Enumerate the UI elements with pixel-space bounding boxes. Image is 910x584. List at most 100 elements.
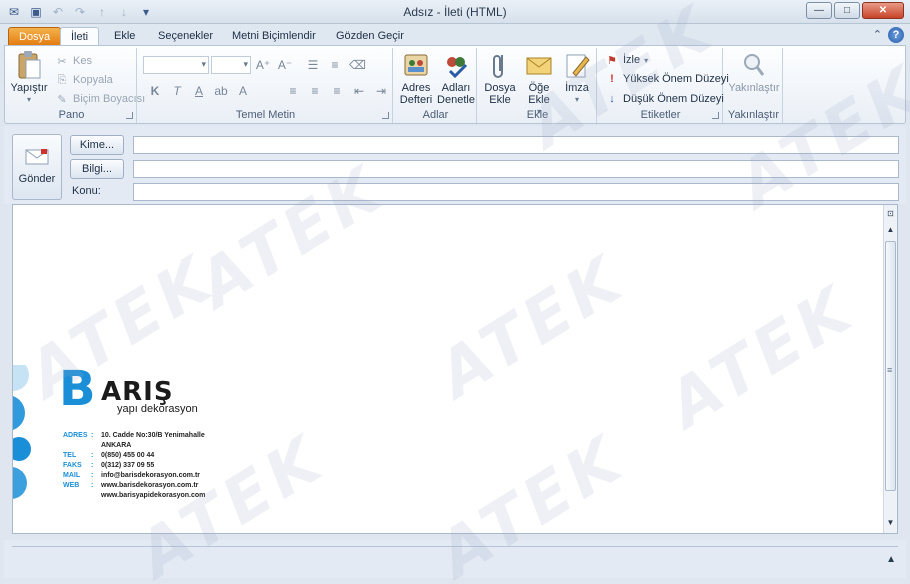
copy-button[interactable]: ⎘ Kopyala	[55, 71, 113, 89]
brush-icon: ✎	[57, 93, 67, 106]
cc-field[interactable]	[133, 160, 899, 178]
check-names-button[interactable]: Adları Denetle	[437, 50, 475, 106]
clipboard-launcher-icon[interactable]	[126, 112, 133, 119]
close-button[interactable]: ✕	[862, 2, 904, 19]
follow-up-button[interactable]: ⚑ İzle ▾	[605, 51, 648, 69]
group-label: Ekle	[526, 109, 549, 121]
tab-review[interactable]: Gözden Geçir	[326, 27, 414, 46]
window-title: Adsız - İleti (HTML)	[403, 5, 507, 19]
group-tags: ⚑ İzle ▾ ! Yüksek Önem Düzeyi ↓ Düşük Ön…	[599, 48, 729, 123]
collapse-ribbon-icon[interactable]: ⌃	[873, 28, 882, 41]
low-importance-icon: ↓	[609, 93, 615, 105]
send-icon	[23, 147, 51, 167]
highlight-icon[interactable]: ab	[213, 84, 229, 98]
magnifier-icon	[739, 50, 769, 80]
tags-launcher-icon[interactable]	[712, 112, 719, 119]
signature-row: FAKS:0(312) 337 09 55	[63, 462, 155, 469]
ribbon: Yapıştır ▾ ✂ Kes ⎘ Kopyala ✎ Biçim Boyacısı…	[4, 45, 906, 124]
font-size-combo[interactable]	[211, 56, 251, 74]
low-importance-button[interactable]: ↓ Düşük Önem Düzeyi	[605, 90, 724, 108]
expand-people-pane-icon[interactable]: ▲	[886, 554, 896, 565]
increase-indent-icon[interactable]: ⇥	[373, 84, 389, 98]
group-label: Adlar	[422, 109, 449, 121]
signature-decoration	[13, 359, 53, 515]
minimize-button[interactable]: —	[806, 2, 832, 19]
signature-contact-info: ADRES:10. Cadde No:30/B Yenimahalle ANKA…	[63, 431, 205, 501]
copy-icon: ⎘	[57, 73, 67, 86]
ruler-toggle-icon[interactable]: ⊡	[885, 209, 896, 220]
signature-button[interactable]: İmza ▾	[559, 50, 595, 106]
vertical-scrollbar[interactable]: ⊡ ▲ ≡ ▼	[883, 205, 897, 533]
group-names: Adres Defteri Adları Denetle Adlar	[395, 48, 477, 123]
status-area: ▲	[4, 540, 906, 578]
bullets-icon[interactable]: ☰	[305, 58, 321, 72]
signature-icon	[562, 50, 592, 80]
help-icon[interactable]: ?	[888, 27, 904, 43]
address-book-button[interactable]: Adres Defteri	[397, 50, 435, 106]
send-button[interactable]: Gönder	[12, 134, 62, 200]
align-center-icon[interactable]: ≡	[307, 84, 323, 98]
dropdown-arrow-icon: ▾	[644, 55, 649, 65]
font-family-combo[interactable]	[143, 56, 209, 74]
align-right-icon[interactable]: ≡	[329, 84, 345, 98]
email-signature: B ARIŞ yapı dekorasyon ADRES:10. Cadde N…	[13, 359, 233, 525]
tab-insert[interactable]: Ekle	[104, 27, 145, 46]
high-importance-button[interactable]: ! Yüksek Önem Düzeyi	[605, 70, 729, 88]
grow-font-icon[interactable]: A⁺	[255, 58, 271, 72]
shrink-font-icon[interactable]: A⁻	[277, 58, 293, 72]
maximize-button[interactable]: □	[834, 2, 860, 19]
signature-row: ADRES:10. Cadde No:30/B Yenimahalle	[63, 432, 205, 439]
clear-format-icon[interactable]: ⌫	[349, 58, 366, 72]
check-names-icon	[441, 50, 471, 80]
logo-letter: B	[59, 361, 96, 417]
signature-row: WEB: www.barisdekorasyon.com.tr	[63, 482, 199, 489]
tab-file[interactable]: Dosya	[8, 27, 62, 46]
signature-row: MAIL: info@barisdekorasyon.com.tr	[63, 472, 201, 479]
group-label: Pano	[58, 109, 85, 121]
numbering-icon[interactable]: ≡	[327, 58, 343, 72]
flag-icon: ⚑	[607, 54, 617, 67]
to-field[interactable]	[133, 136, 899, 154]
subject-field[interactable]	[133, 183, 899, 201]
tab-message[interactable]: İleti	[60, 27, 100, 46]
cut-button[interactable]: ✂ Kes	[55, 52, 92, 70]
underline-icon[interactable]: A	[191, 84, 207, 98]
group-basic-text: A⁺ A⁻ ☰ ≡ ⌫ K T A ab A ≡ ≡ ≡ ⇤ ⇥ Temel M…	[139, 48, 393, 123]
group-label: Yakınlaştır	[727, 109, 780, 121]
group-label: Temel Metin	[235, 109, 296, 121]
decrease-indent-icon[interactable]: ⇤	[351, 84, 367, 98]
ribbon-tabs: Dosya İleti Ekle Seçenekler Metni Biçiml…	[0, 24, 910, 46]
attach-file-button[interactable]: Dosya Ekle	[481, 50, 519, 106]
bold-icon[interactable]: K	[147, 84, 163, 98]
zoom-button[interactable]: Yakınlaştır	[727, 50, 781, 94]
font-color-icon[interactable]: A	[235, 84, 251, 98]
divider	[12, 546, 898, 547]
high-importance-icon: !	[610, 73, 614, 85]
basic-text-launcher-icon[interactable]	[382, 112, 389, 119]
window-controls: — □ ✕	[806, 2, 904, 19]
group-zoom: Yakınlaştır Yakınlaştır	[725, 48, 783, 123]
paste-button[interactable]: Yapıştır ▾	[9, 50, 49, 106]
group-label: Etiketler	[640, 109, 681, 121]
italic-icon[interactable]: T	[169, 84, 185, 98]
message-body[interactable]: B ARIŞ yapı dekorasyon ADRES:10. Cadde N…	[12, 204, 898, 534]
format-painter-button[interactable]: ✎ Biçim Boyacısı	[55, 90, 145, 108]
paperclip-icon	[485, 50, 515, 80]
to-button[interactable]: Kime...	[70, 135, 124, 155]
envelope-icon	[524, 50, 554, 80]
attach-item-button[interactable]: Öğe Ekle ▾	[519, 50, 559, 118]
list-tools: ☰ ≡ ⌫	[305, 58, 366, 72]
tab-options[interactable]: Seçenekler	[148, 27, 223, 46]
cc-button[interactable]: Bilgi...	[70, 159, 124, 179]
paste-icon	[14, 50, 44, 80]
scrollbar-grip-icon: ≡	[887, 365, 893, 375]
scroll-down-icon[interactable]: ▼	[885, 518, 896, 529]
address-book-icon	[401, 50, 431, 80]
group-clipboard: Yapıştır ▾ ✂ Kes ⎘ Kopyala ✎ Biçim Boyacısı…	[7, 48, 145, 123]
align-left-icon[interactable]: ≡	[285, 84, 301, 98]
signature-row: www.barisyapidekorasyon.com	[101, 492, 206, 499]
scroll-up-icon[interactable]: ▲	[885, 225, 896, 236]
logo-tagline: yapı dekorasyon	[117, 403, 198, 415]
tab-format-text[interactable]: Metni Biçimlendir	[222, 27, 326, 46]
subject-label: Konu:	[72, 185, 101, 197]
